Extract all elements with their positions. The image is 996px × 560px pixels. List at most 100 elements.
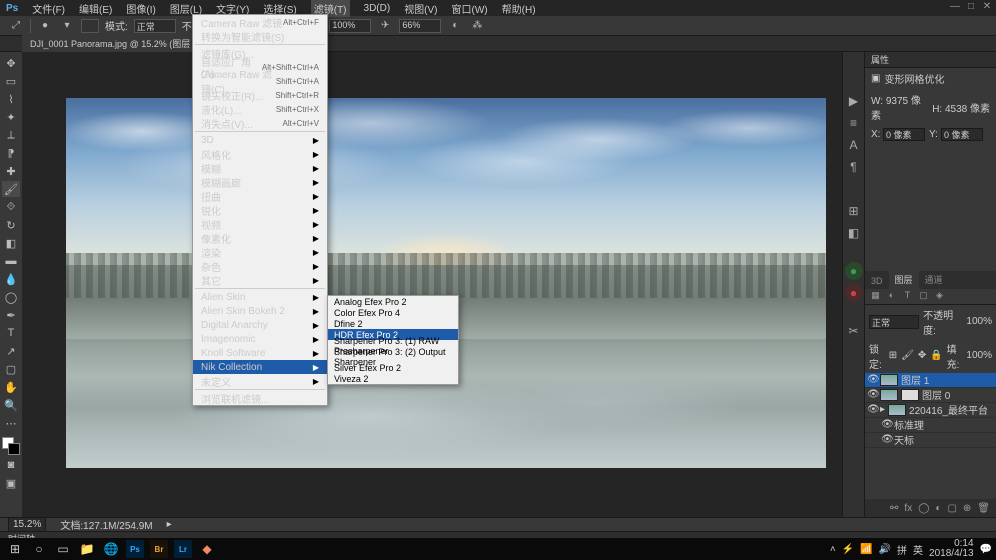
pressure-size-icon[interactable]: ◐ <box>447 18 463 34</box>
stamp-tool-icon[interactable]: ⟐ <box>2 199 20 215</box>
history-brush-icon[interactable]: ↻ <box>2 217 20 233</box>
submenu-item[interactable]: Viveza 2 <box>328 373 458 384</box>
eye-icon[interactable]: 👁 <box>867 374 877 385</box>
mask-icon[interactable]: ◯ <box>918 503 929 514</box>
gradient-tool-icon[interactable]: ▬ <box>2 253 20 269</box>
filter-shape-icon[interactable]: ▢ <box>917 290 930 303</box>
lock-pixel-icon[interactable]: 🖌 <box>901 350 914 361</box>
menu-item[interactable]: Alien Skin▶ <box>193 290 327 304</box>
menu-help[interactable]: 帮助(H) <box>502 1 536 16</box>
link-layers-icon[interactable]: ⚯ <box>890 503 898 514</box>
eye-icon[interactable]: 👁 <box>867 389 877 400</box>
menu-item[interactable]: 模糊▶ <box>193 161 327 175</box>
menu-item[interactable]: 镜头校正(R)...Shift+Ctrl+R <box>193 88 327 102</box>
fill-value[interactable]: 100% <box>966 350 992 361</box>
layer-row[interactable]: 👁标准理 <box>865 418 996 433</box>
menu-item[interactable]: 液化(L)...Shift+Ctrl+X <box>193 102 327 116</box>
move-tool-icon[interactable]: ✥ <box>2 55 20 71</box>
menu-item[interactable]: Nik Collection▶ <box>193 360 327 374</box>
ime-icon[interactable]: 拼 <box>897 542 907 557</box>
submenu-item[interactable]: Sharpener Pro 3: (2) Output Sharpener <box>328 351 458 362</box>
eye-icon[interactable]: 👁 <box>881 434 891 445</box>
ime2-icon[interactable]: 英 <box>913 542 923 557</box>
properties-header[interactable]: 属性 <box>865 52 996 68</box>
menu-item[interactable]: 扭曲▶ <box>193 189 327 203</box>
blend-mode-select[interactable]: 正常 <box>869 315 919 329</box>
menu-view[interactable]: 视图(V) <box>404 1 437 16</box>
brush-preview-icon[interactable]: ● <box>37 18 53 34</box>
delete-layer-icon[interactable]: 🗑 <box>977 503 990 514</box>
explorer-icon[interactable]: 📁 <box>78 540 96 558</box>
layer-row[interactable]: 👁图层 0 <box>865 388 996 403</box>
menu-item[interactable]: Alien Skin Bokeh 2▶ <box>193 304 327 318</box>
color-panel-icon[interactable]: ◧ <box>845 224 863 242</box>
menu-item[interactable]: 视频▶ <box>193 217 327 231</box>
menu-item[interactable]: Knoll Software▶ <box>193 346 327 360</box>
zoom-status[interactable]: 15.2% <box>8 517 46 532</box>
lock-pos-icon[interactable]: ✥ <box>918 350 926 361</box>
maximize-button[interactable]: □ <box>966 2 976 12</box>
eraser-tool-icon[interactable]: ◧ <box>2 235 20 251</box>
menu-item[interactable]: 未定义▶ <box>193 374 327 388</box>
brush-tool-icon[interactable]: 🖌 <box>2 181 20 197</box>
swatches-panel-icon[interactable]: ⊞ <box>845 202 863 220</box>
volume-icon[interactable]: 🔊 <box>879 544 891 555</box>
eyedropper-tool-icon[interactable]: ⁋ <box>2 145 20 161</box>
cortana-icon[interactable]: ○ <box>30 540 48 558</box>
color-swatches[interactable] <box>2 437 20 455</box>
menu-item[interactable]: 模糊画廊▶ <box>193 175 327 189</box>
menu-item[interactable]: 转换为智能滤镜(S) <box>193 29 327 43</box>
taskview-icon[interactable]: ▭ <box>54 540 72 558</box>
menu-image[interactable]: 图像(I) <box>126 1 155 16</box>
menu-item[interactable]: 消失点(V)...Alt+Ctrl+V <box>193 116 327 130</box>
quickmask-icon[interactable]: ◙ <box>2 457 20 473</box>
dodge-tool-icon[interactable]: ◯ <box>2 289 20 305</box>
tool-preset-icon[interactable]: ⤢ <box>8 18 24 34</box>
start-button[interactable]: ⊞ <box>6 540 24 558</box>
menu-item[interactable]: 风格化▶ <box>193 147 327 161</box>
menu-3d[interactable]: 3D(D) <box>364 3 391 14</box>
photoshop-taskbar-icon[interactable]: Ps <box>126 540 144 558</box>
zoom-tool-icon[interactable]: 🔍 <box>2 397 20 413</box>
app-icon[interactable]: ◆ <box>198 540 216 558</box>
filter-pixel-icon[interactable]: ▦ <box>869 290 882 303</box>
filter-type-icon[interactable]: T <box>901 290 914 303</box>
tab-channels[interactable]: 通道 <box>919 270 949 289</box>
menu-item[interactable]: 杂色▶ <box>193 259 327 273</box>
shape-tool-icon[interactable]: ▢ <box>2 361 20 377</box>
type-tool-icon[interactable]: T <box>2 325 20 341</box>
new-layer-icon[interactable]: ⊕ <box>963 503 971 514</box>
menu-item[interactable]: Camera Raw 滤镜Alt+Ctrl+F <box>193 15 327 29</box>
group-icon[interactable]: ▢ <box>947 503 956 514</box>
history-panel-icon[interactable]: ▶ <box>845 92 863 110</box>
x-input[interactable] <box>883 128 925 141</box>
brush-settings-icon[interactable]: ▾ <box>59 18 75 34</box>
layer-row[interactable]: 👁天标 <box>865 433 996 448</box>
screenmode-icon[interactable]: ▣ <box>2 475 20 491</box>
menu-item[interactable]: Digital Anarchy▶ <box>193 318 327 332</box>
adjust-panel-icon[interactable]: ✂ <box>845 322 863 340</box>
lightroom-taskbar-icon[interactable]: Lr <box>174 540 192 558</box>
plugin-icon-1[interactable]: ● <box>845 262 863 280</box>
filter-smart-icon[interactable]: ◈ <box>933 290 946 303</box>
menu-item[interactable]: 锐化▶ <box>193 203 327 217</box>
menu-item[interactable]: 3D▶ <box>193 133 327 147</box>
chrome-icon[interactable]: 🌐 <box>102 540 120 558</box>
blur-tool-icon[interactable]: 💧 <box>2 271 20 287</box>
actions-panel-icon[interactable]: ≡ <box>845 114 863 132</box>
heal-tool-icon[interactable]: ✚ <box>2 163 20 179</box>
doc-info[interactable]: 文档:127.1M/254.9M <box>60 517 152 532</box>
symmetry-icon[interactable]: ⁂ <box>469 18 485 34</box>
brush-panel-icon[interactable] <box>81 19 99 33</box>
menu-edit[interactable]: 编辑(E) <box>79 1 112 16</box>
menu-file[interactable]: 文件(F) <box>32 1 65 16</box>
edit-toolbar-icon[interactable]: ⋯ <box>2 415 20 431</box>
char-panel-icon[interactable]: A <box>845 136 863 154</box>
menu-item[interactable]: 渲染▶ <box>193 245 327 259</box>
clock[interactable]: 0:142018/4/13 <box>929 539 974 559</box>
flow-input[interactable]: 100% <box>329 19 371 33</box>
mode-select[interactable]: 正常 <box>134 19 176 33</box>
wand-tool-icon[interactable]: ✦ <box>2 109 20 125</box>
filter-adj-icon[interactable]: ◐ <box>885 290 898 303</box>
lock-trans-icon[interactable]: ⊞ <box>889 350 897 361</box>
